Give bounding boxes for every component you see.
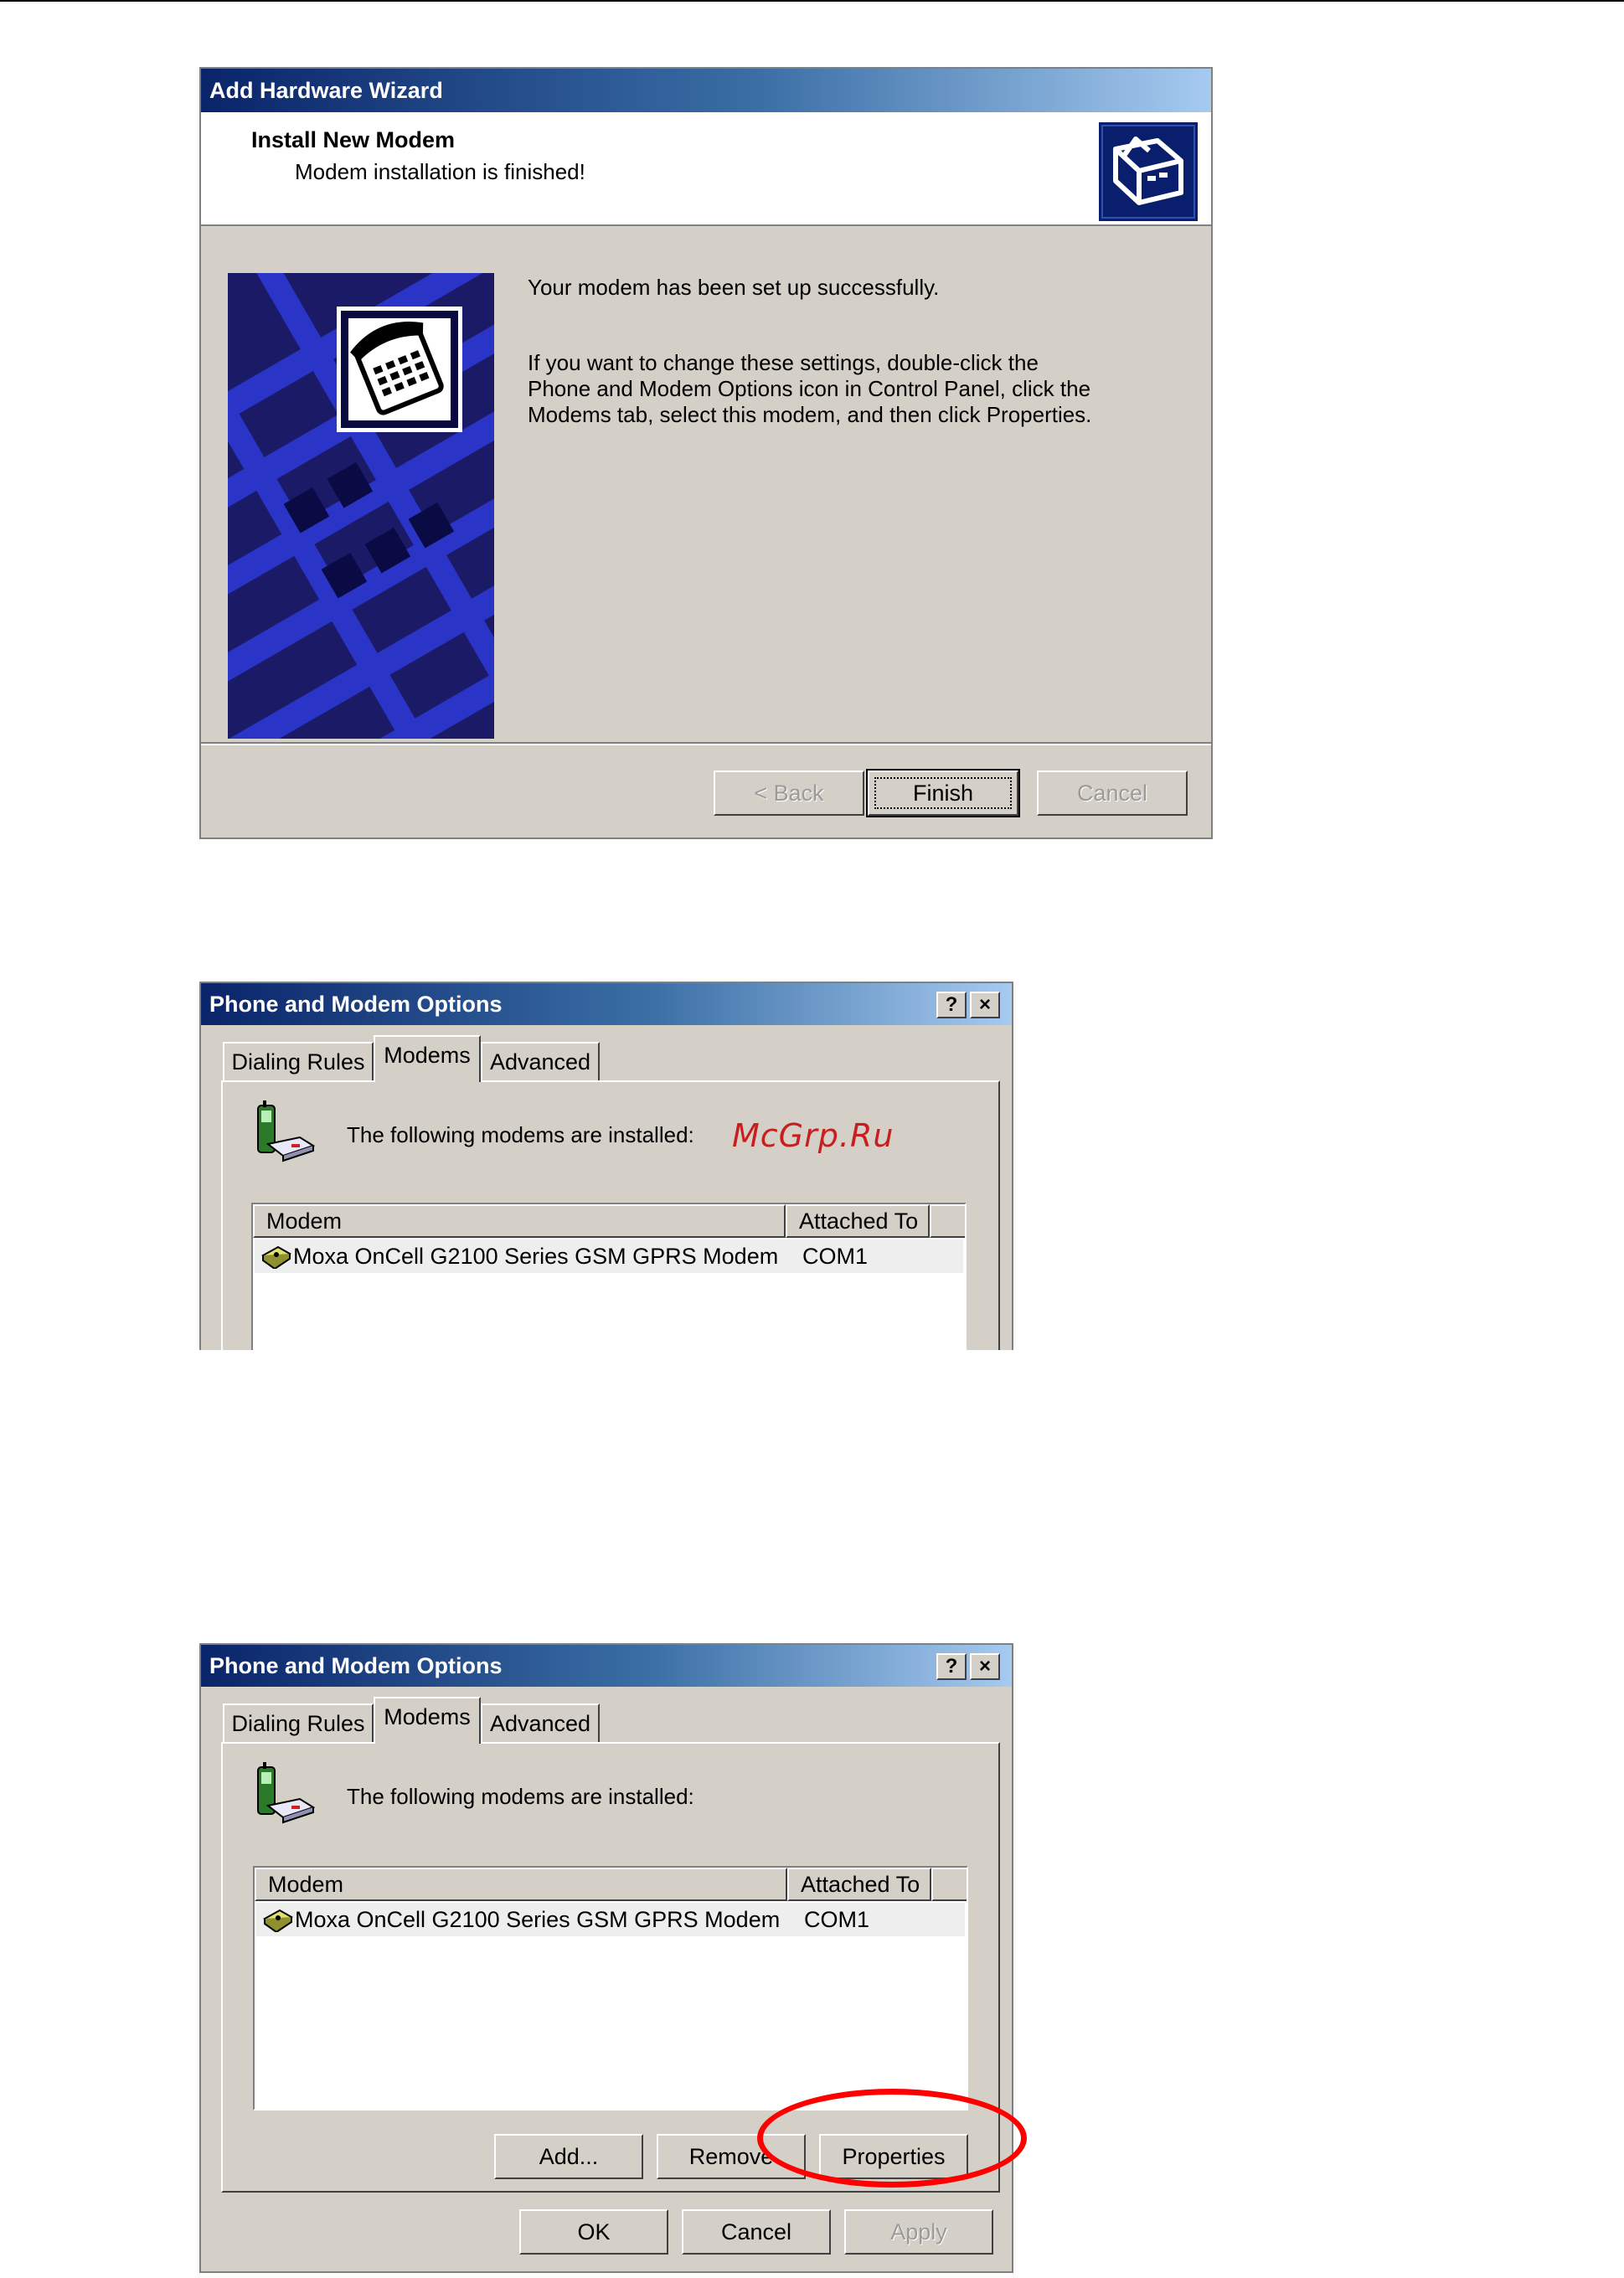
page-top-rule [0,0,1624,2]
tab-dialing-rules[interactable]: Dialing Rules [223,1042,374,1082]
add-button[interactable]: Add... [494,2134,643,2179]
back-button[interactable]: < Back [714,770,864,816]
tab-advanced[interactable]: Advanced [481,1703,600,1744]
apply-button[interactable]: Apply [844,2209,993,2255]
cancel-button[interactable]: Cancel [1037,770,1188,816]
column-header-filler [930,1204,965,1238]
tab-modems[interactable]: Modems [374,1697,481,1744]
wizard-side-banner [228,273,494,739]
column-header-modem[interactable]: Modem [253,1204,786,1238]
telephone-icon [337,307,462,432]
installed-modems-label: The following modems are installed: [347,1122,694,1147]
wizard-heading: Install New Modem [251,127,456,152]
modem-name-cell: Moxa OnCell G2100 Series GSM GPRS Modem [293,1244,779,1269]
dialog1-title: Phone and Modem Options [209,992,503,1017]
wizard-title: Add Hardware Wizard [209,78,443,103]
column-header-attached-to[interactable]: Attached To [786,1204,930,1238]
wizard-title-bar[interactable]: Add Hardware Wizard [201,69,1211,112]
table-row[interactable]: Moxa OnCell G2100 Series GSM GPRS Modem … [255,1240,963,1273]
finish-button[interactable]: Finish [866,769,1020,817]
tab-modems[interactable]: Modems [374,1035,481,1082]
modem-phone-icon [257,1762,316,1824]
column-header-modem[interactable]: Modem [255,1868,787,1901]
modem-device-icon [263,1909,293,1932]
phone-modem-options-window-cropped: Phone and Modem Options ? × Dialing Rule… [199,982,1013,1350]
help-button[interactable]: ? [936,992,967,1018]
modem-list[interactable]: Modem Attached To Moxa OnCell G2100 Seri… [253,1866,968,2110]
column-header-attached-to[interactable]: Attached To [787,1868,931,1901]
tab-advanced[interactable]: Advanced [481,1042,600,1082]
dialog1-title-bar[interactable]: Phone and Modem Options [201,983,1012,1025]
help-button[interactable]: ? [936,1653,967,1680]
installed-modems-label: The following modems are installed: [347,1784,694,1809]
column-header-filler [931,1868,967,1901]
wizard-header: Install New Modem Modem installation is … [201,112,1211,226]
hardware-wizard-icon [1099,122,1198,221]
modem-phone-icon [257,1100,316,1162]
wizard-instructions: If you want to change these settings, do… [528,350,1092,427]
dialog2-title: Phone and Modem Options [209,1653,503,1678]
modem-device-icon [261,1245,291,1269]
modem-list[interactable]: Modem Attached To Moxa OnCell G2100 Seri… [251,1203,967,1350]
tab-dialing-rules[interactable]: Dialing Rules [223,1703,374,1744]
add-hardware-wizard-window: Add Hardware Wizard Install New Modem Mo… [199,67,1213,839]
wizard-success-message: Your modem has been set up successfully. [528,275,940,300]
modem-port-cell: COM1 [804,1907,870,1932]
watermark-text: McGrp.Ru [732,1117,894,1154]
close-icon[interactable]: × [970,1653,1000,1680]
modem-port-cell: COM1 [802,1244,869,1269]
highlight-ellipse [757,2089,1027,2188]
ok-button[interactable]: OK [519,2209,668,2255]
dialog-cancel-button[interactable]: Cancel [682,2209,831,2255]
wizard-subheading: Modem installation is finished! [295,159,585,184]
close-icon[interactable]: × [970,992,1000,1018]
table-row[interactable]: Moxa OnCell G2100 Series GSM GPRS Modem … [256,1903,965,1936]
modem-name-cell: Moxa OnCell G2100 Series GSM GPRS Modem [295,1907,781,1932]
dialog2-title-bar[interactable]: Phone and Modem Options [201,1645,1012,1687]
wizard-separator [201,742,1211,745]
